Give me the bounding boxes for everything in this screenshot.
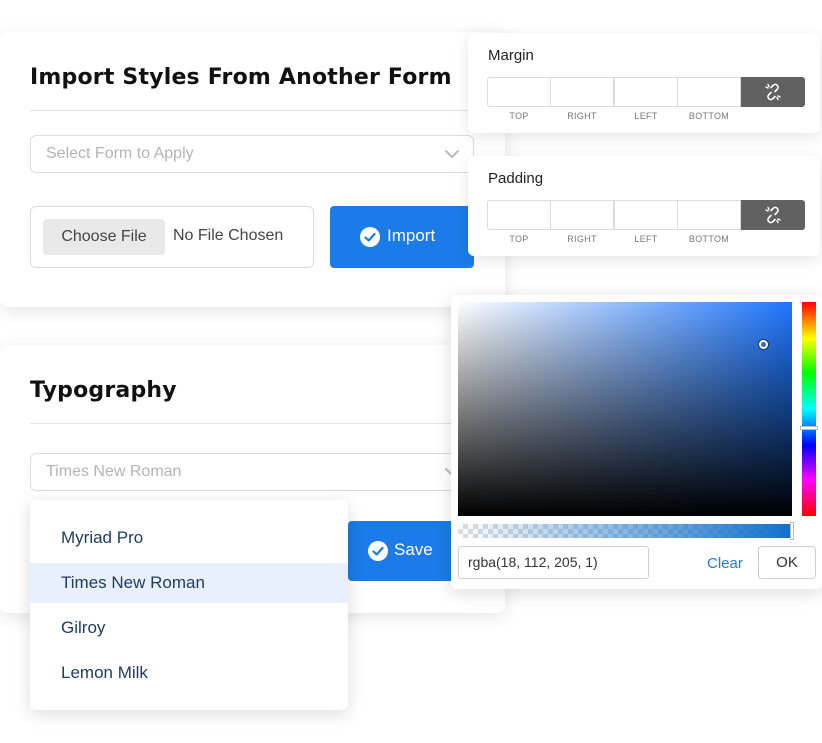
padding-bottom-label: BOTTOM xyxy=(688,234,730,244)
margin-bottom-input[interactable] xyxy=(677,77,741,107)
margin-right-label: RIGHT xyxy=(567,111,597,121)
alpha-slider[interactable] xyxy=(458,524,792,538)
ok-button[interactable]: OK xyxy=(758,546,816,579)
padding-top-input[interactable] xyxy=(487,200,551,230)
margin-link-button[interactable] xyxy=(741,77,805,107)
font-option-lemon-milk[interactable]: Lemon Milk xyxy=(30,653,348,693)
margin-left-label: LEFT xyxy=(634,111,658,121)
margin-top-input[interactable] xyxy=(487,77,551,107)
hue-slider[interactable] xyxy=(802,302,816,516)
font-select-value: Times New Roman xyxy=(46,463,182,480)
padding-right-label: RIGHT xyxy=(567,234,597,244)
choose-file-button[interactable]: Choose File xyxy=(43,219,165,255)
padding-bottom-input[interactable] xyxy=(677,200,741,230)
divider xyxy=(30,110,473,111)
save-button[interactable]: Save xyxy=(348,521,456,581)
import-button-label: Import xyxy=(387,226,436,245)
clear-button[interactable]: Clear xyxy=(707,555,743,572)
chevron-down-icon xyxy=(445,150,459,158)
check-circle-icon xyxy=(360,227,380,247)
padding-link-button[interactable] xyxy=(741,200,805,230)
margin-panel: Margin TOP RIGHT LEFT BOTTOM xyxy=(468,33,820,133)
padding-title: Padding xyxy=(488,170,544,187)
file-input: Choose File No File Chosen xyxy=(30,206,314,268)
font-option-gilroy[interactable]: Gilroy xyxy=(30,608,348,648)
padding-left-input[interactable] xyxy=(614,200,678,230)
margin-right-input[interactable] xyxy=(550,77,614,107)
color-picker: rgba(18, 112, 205, 1) Clear OK xyxy=(451,295,822,589)
margin-title: Margin xyxy=(488,47,534,64)
import-styles-title: Import Styles From Another Form xyxy=(30,65,452,90)
font-option-myriad-pro[interactable]: Myriad Pro xyxy=(30,518,348,558)
form-select[interactable]: Select Form to Apply xyxy=(30,135,474,173)
import-button[interactable]: Import xyxy=(330,206,474,268)
margin-top-label: TOP xyxy=(509,111,529,121)
file-status-text: No File Chosen xyxy=(173,227,284,244)
saturation-value-area[interactable] xyxy=(458,302,792,516)
save-button-label: Save xyxy=(394,540,433,559)
margin-left-input[interactable] xyxy=(614,77,678,107)
padding-left-label: LEFT xyxy=(634,234,658,244)
padding-top-label: TOP xyxy=(509,234,529,244)
check-circle-icon xyxy=(368,541,388,561)
import-styles-card: Import Styles From Another Form Select F… xyxy=(0,32,505,307)
typography-title: Typography xyxy=(30,378,177,403)
alpha-slider-thumb[interactable] xyxy=(790,522,794,540)
font-select[interactable]: Times New Roman xyxy=(30,453,474,491)
margin-bottom-label: BOTTOM xyxy=(688,111,730,121)
padding-right-input[interactable] xyxy=(550,200,614,230)
color-value-input[interactable]: rgba(18, 112, 205, 1) xyxy=(458,546,649,579)
divider xyxy=(30,423,473,424)
unlink-icon xyxy=(765,206,781,224)
hue-slider-thumb[interactable] xyxy=(800,426,818,430)
font-dropdown-menu: Myriad Pro Times New Roman Gilroy Lemon … xyxy=(30,500,348,710)
font-option-times-new-roman[interactable]: Times New Roman xyxy=(30,563,348,603)
unlink-icon xyxy=(765,83,781,101)
padding-panel: Padding TOP RIGHT LEFT BOTTOM xyxy=(468,156,820,256)
color-handle[interactable] xyxy=(759,340,768,349)
form-select-placeholder: Select Form to Apply xyxy=(46,145,194,162)
